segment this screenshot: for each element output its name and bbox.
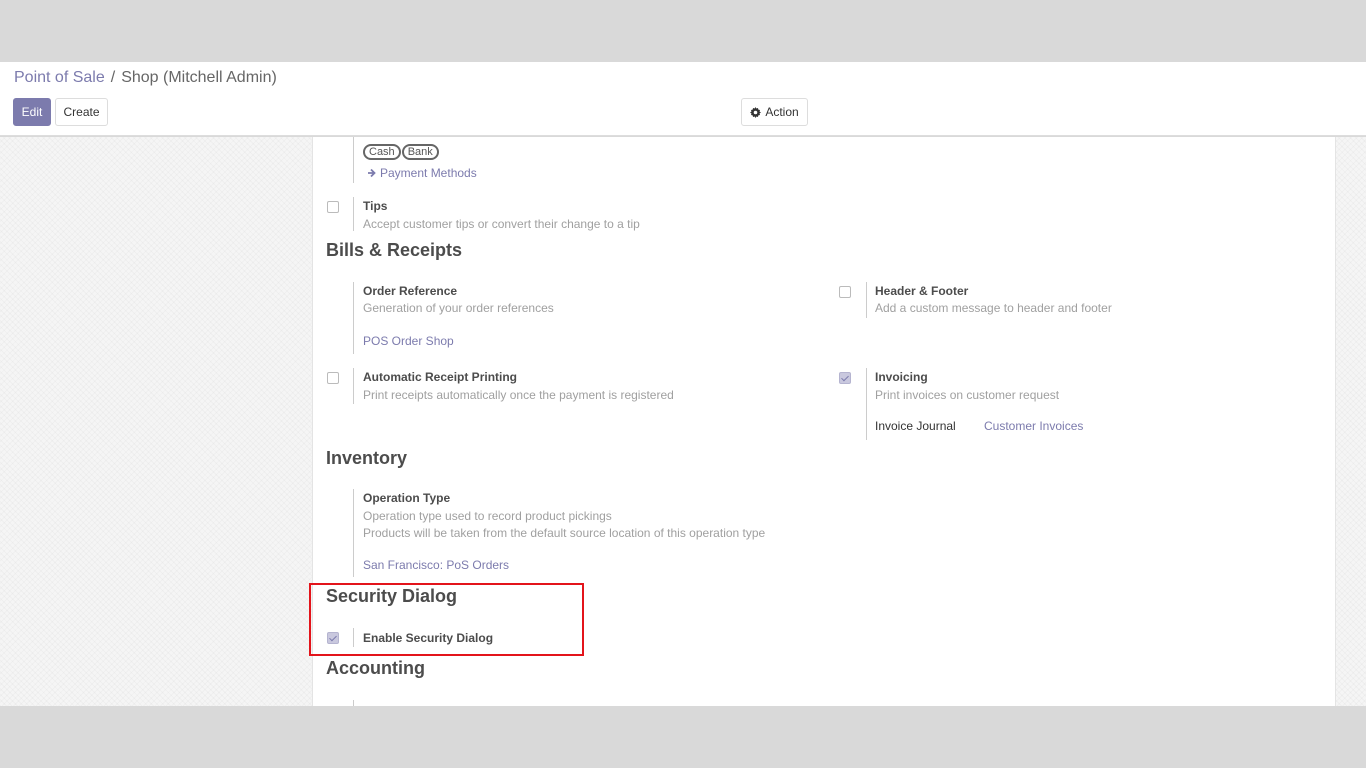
- bills-receipts-heading: Bills & Receipts: [326, 240, 463, 260]
- divider: [353, 489, 354, 577]
- invoicing-checkbox[interactable]: [839, 372, 851, 384]
- gear-icon: [750, 106, 762, 118]
- tips-title: Tips: [363, 199, 388, 213]
- security-dialog-option-title: Enable Security Dialog: [363, 631, 494, 645]
- breadcrumb: Point of Sale / Shop (Mitchell Admin): [14, 69, 277, 87]
- payment-tag-cash: Cash: [363, 144, 401, 160]
- auto-receipt-description: Print receipts automatically once the pa…: [363, 388, 674, 402]
- order-reference-link[interactable]: POS Order Shop: [363, 334, 454, 348]
- invoice-journal-label: Invoice Journal: [875, 419, 956, 433]
- tips-checkbox[interactable]: [327, 201, 339, 213]
- operation-type-link[interactable]: San Francisco: PoS Orders: [363, 558, 509, 572]
- breadcrumb-separator: /: [110, 69, 116, 86]
- create-button[interactable]: Create: [55, 98, 108, 126]
- payment-methods-label: Payment Methods: [380, 166, 477, 180]
- invoicing-description: Print invoices on customer request: [875, 388, 1060, 402]
- invoice-journal-value[interactable]: Customer Invoices: [984, 419, 1083, 433]
- divider: [353, 628, 354, 647]
- divider: [353, 137, 354, 183]
- form-view: Cash Bank Payment Methods Tips Accept cus…: [0, 137, 1366, 706]
- header-footer-checkbox[interactable]: [839, 286, 851, 298]
- order-reference-description: Generation of your order references: [363, 301, 554, 315]
- operation-type-description: Operation type used to record product pi…: [363, 509, 612, 523]
- payment-method-tags: Cash Bank: [363, 142, 440, 160]
- auto-receipt-title: Automatic Receipt Printing: [363, 370, 518, 384]
- divider: [866, 282, 867, 318]
- operation-type-note: Products will be taken from the default …: [363, 526, 766, 540]
- control-panel: Point of Sale / Shop (Mitchell Admin) Ed…: [0, 62, 1366, 136]
- settings-sheet: Cash Bank Payment Methods Tips Accept cus…: [312, 137, 1336, 706]
- top-margin: [0, 0, 1366, 62]
- auto-receipt-checkbox[interactable]: [327, 372, 339, 384]
- invoicing-title: Invoicing: [875, 370, 928, 384]
- divider: [866, 368, 867, 440]
- divider: [353, 368, 354, 404]
- action-label: Action: [765, 105, 799, 119]
- order-reference-title: Order Reference: [363, 284, 458, 298]
- divider: [353, 197, 354, 231]
- tips-description: Accept customer tips or convert their ch…: [363, 217, 640, 231]
- divider: [353, 282, 354, 354]
- header-footer-title: Header & Footer: [875, 284, 969, 298]
- edit-button[interactable]: Edit: [13, 98, 51, 126]
- arrow-right-icon: [368, 168, 376, 178]
- bottom-margin: [0, 706, 1366, 768]
- operation-type-title: Operation Type: [363, 491, 451, 505]
- breadcrumb-current: Shop (Mitchell Admin): [121, 69, 277, 86]
- payment-tag-bank: Bank: [401, 144, 439, 160]
- security-dialog-checkbox[interactable]: [327, 632, 339, 644]
- breadcrumb-root-link[interactable]: Point of Sale: [14, 69, 105, 87]
- header-footer-description: Add a custom message to header and foote…: [875, 301, 1112, 315]
- security-dialog-heading: Security Dialog: [326, 586, 458, 606]
- accounting-heading: Accounting: [326, 658, 425, 678]
- payment-methods-link[interactable]: Payment Methods: [367, 166, 477, 180]
- inventory-heading: Inventory: [326, 448, 408, 468]
- action-button[interactable]: Action: [741, 98, 808, 126]
